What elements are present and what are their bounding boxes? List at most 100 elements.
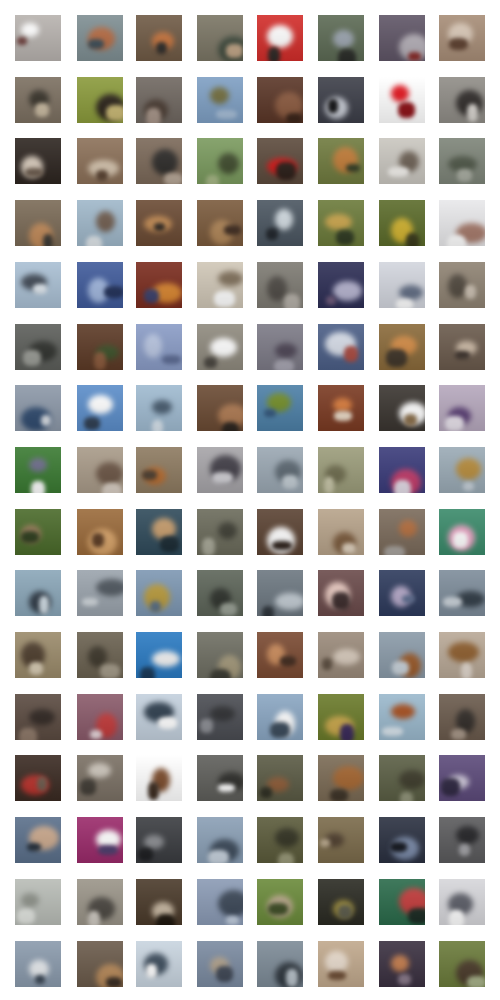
generated-image-tile xyxy=(439,77,485,123)
tile-shading xyxy=(318,879,364,925)
tile-shading xyxy=(379,200,425,246)
tile-shading xyxy=(318,694,364,740)
generated-image-tile xyxy=(439,509,485,555)
tile-shading xyxy=(439,200,485,246)
tile-shading xyxy=(439,385,485,431)
tile-shading xyxy=(77,138,123,184)
tile-shading xyxy=(197,941,243,987)
generated-image-tile xyxy=(77,77,123,123)
tile-shading xyxy=(257,632,303,678)
generated-image-tile xyxy=(77,324,123,370)
tile-shading xyxy=(439,77,485,123)
tile-shading xyxy=(136,262,182,308)
tile-shading xyxy=(15,570,61,616)
tile-shading xyxy=(439,694,485,740)
generated-image-tile xyxy=(15,570,61,616)
tile-shading xyxy=(77,570,123,616)
tile-shading xyxy=(439,447,485,493)
generated-image-tile xyxy=(379,15,425,61)
tile-shading xyxy=(15,632,61,678)
generated-image-tile xyxy=(136,200,182,246)
generated-image-tile xyxy=(15,509,61,555)
tile-shading xyxy=(439,941,485,987)
generated-image-tile xyxy=(257,694,303,740)
tile-shading xyxy=(77,200,123,246)
tile-shading xyxy=(77,385,123,431)
tile-shading xyxy=(77,262,123,308)
generated-image-tile xyxy=(77,817,123,863)
tile-shading xyxy=(197,879,243,925)
generated-image-tile xyxy=(136,385,182,431)
tile-shading xyxy=(77,817,123,863)
tile-shading xyxy=(136,941,182,987)
tile-shading xyxy=(77,632,123,678)
tile-shading xyxy=(379,447,425,493)
image-grid xyxy=(0,0,500,1000)
tile-shading xyxy=(439,817,485,863)
generated-image-tile xyxy=(257,138,303,184)
tile-shading xyxy=(318,15,364,61)
tile-shading xyxy=(318,817,364,863)
tile-shading xyxy=(318,138,364,184)
tile-shading xyxy=(15,694,61,740)
generated-image-tile xyxy=(257,385,303,431)
generated-image-tile xyxy=(77,570,123,616)
tile-shading xyxy=(439,509,485,555)
tile-shading xyxy=(379,77,425,123)
tile-shading xyxy=(379,879,425,925)
tile-shading xyxy=(77,77,123,123)
tile-shading xyxy=(379,262,425,308)
tile-shading xyxy=(257,509,303,555)
generated-image-tile xyxy=(439,447,485,493)
generated-image-tile xyxy=(15,262,61,308)
tile-shading xyxy=(197,694,243,740)
tile-shading xyxy=(257,879,303,925)
generated-image-tile xyxy=(379,200,425,246)
tile-shading xyxy=(197,447,243,493)
generated-image-tile xyxy=(197,262,243,308)
generated-image-tile xyxy=(197,385,243,431)
generated-image-tile xyxy=(77,509,123,555)
generated-image-tile xyxy=(136,817,182,863)
generated-image-tile xyxy=(197,755,243,801)
generated-image-tile xyxy=(318,447,364,493)
tile-shading xyxy=(197,77,243,123)
tile-shading xyxy=(197,509,243,555)
generated-image-tile xyxy=(197,879,243,925)
generated-image-tile xyxy=(197,77,243,123)
tile-shading xyxy=(77,941,123,987)
tile-shading xyxy=(136,817,182,863)
tile-shading xyxy=(257,385,303,431)
generated-image-tile xyxy=(379,755,425,801)
generated-image-tile xyxy=(379,509,425,555)
tile-shading xyxy=(439,262,485,308)
generated-image-tile xyxy=(318,755,364,801)
tile-shading xyxy=(15,77,61,123)
generated-image-tile xyxy=(77,138,123,184)
tile-shading xyxy=(15,447,61,493)
generated-image-tile xyxy=(318,385,364,431)
generated-image-tile xyxy=(197,15,243,61)
tile-shading xyxy=(15,817,61,863)
generated-image-tile xyxy=(439,817,485,863)
tile-shading xyxy=(379,632,425,678)
generated-image-tile xyxy=(15,879,61,925)
generated-image-tile xyxy=(77,879,123,925)
tile-shading xyxy=(379,570,425,616)
generated-image-tile xyxy=(136,324,182,370)
generated-image-tile xyxy=(318,509,364,555)
generated-image-tile xyxy=(15,200,61,246)
generated-image-tile xyxy=(318,200,364,246)
generated-image-tile xyxy=(136,447,182,493)
generated-image-tile xyxy=(77,447,123,493)
tile-shading xyxy=(136,632,182,678)
tile-shading xyxy=(257,200,303,246)
generated-image-tile xyxy=(318,941,364,987)
tile-shading xyxy=(136,694,182,740)
tile-shading xyxy=(257,77,303,123)
tile-shading xyxy=(257,570,303,616)
generated-image-tile xyxy=(318,817,364,863)
tile-shading xyxy=(379,941,425,987)
generated-image-tile xyxy=(379,941,425,987)
tile-shading xyxy=(136,385,182,431)
